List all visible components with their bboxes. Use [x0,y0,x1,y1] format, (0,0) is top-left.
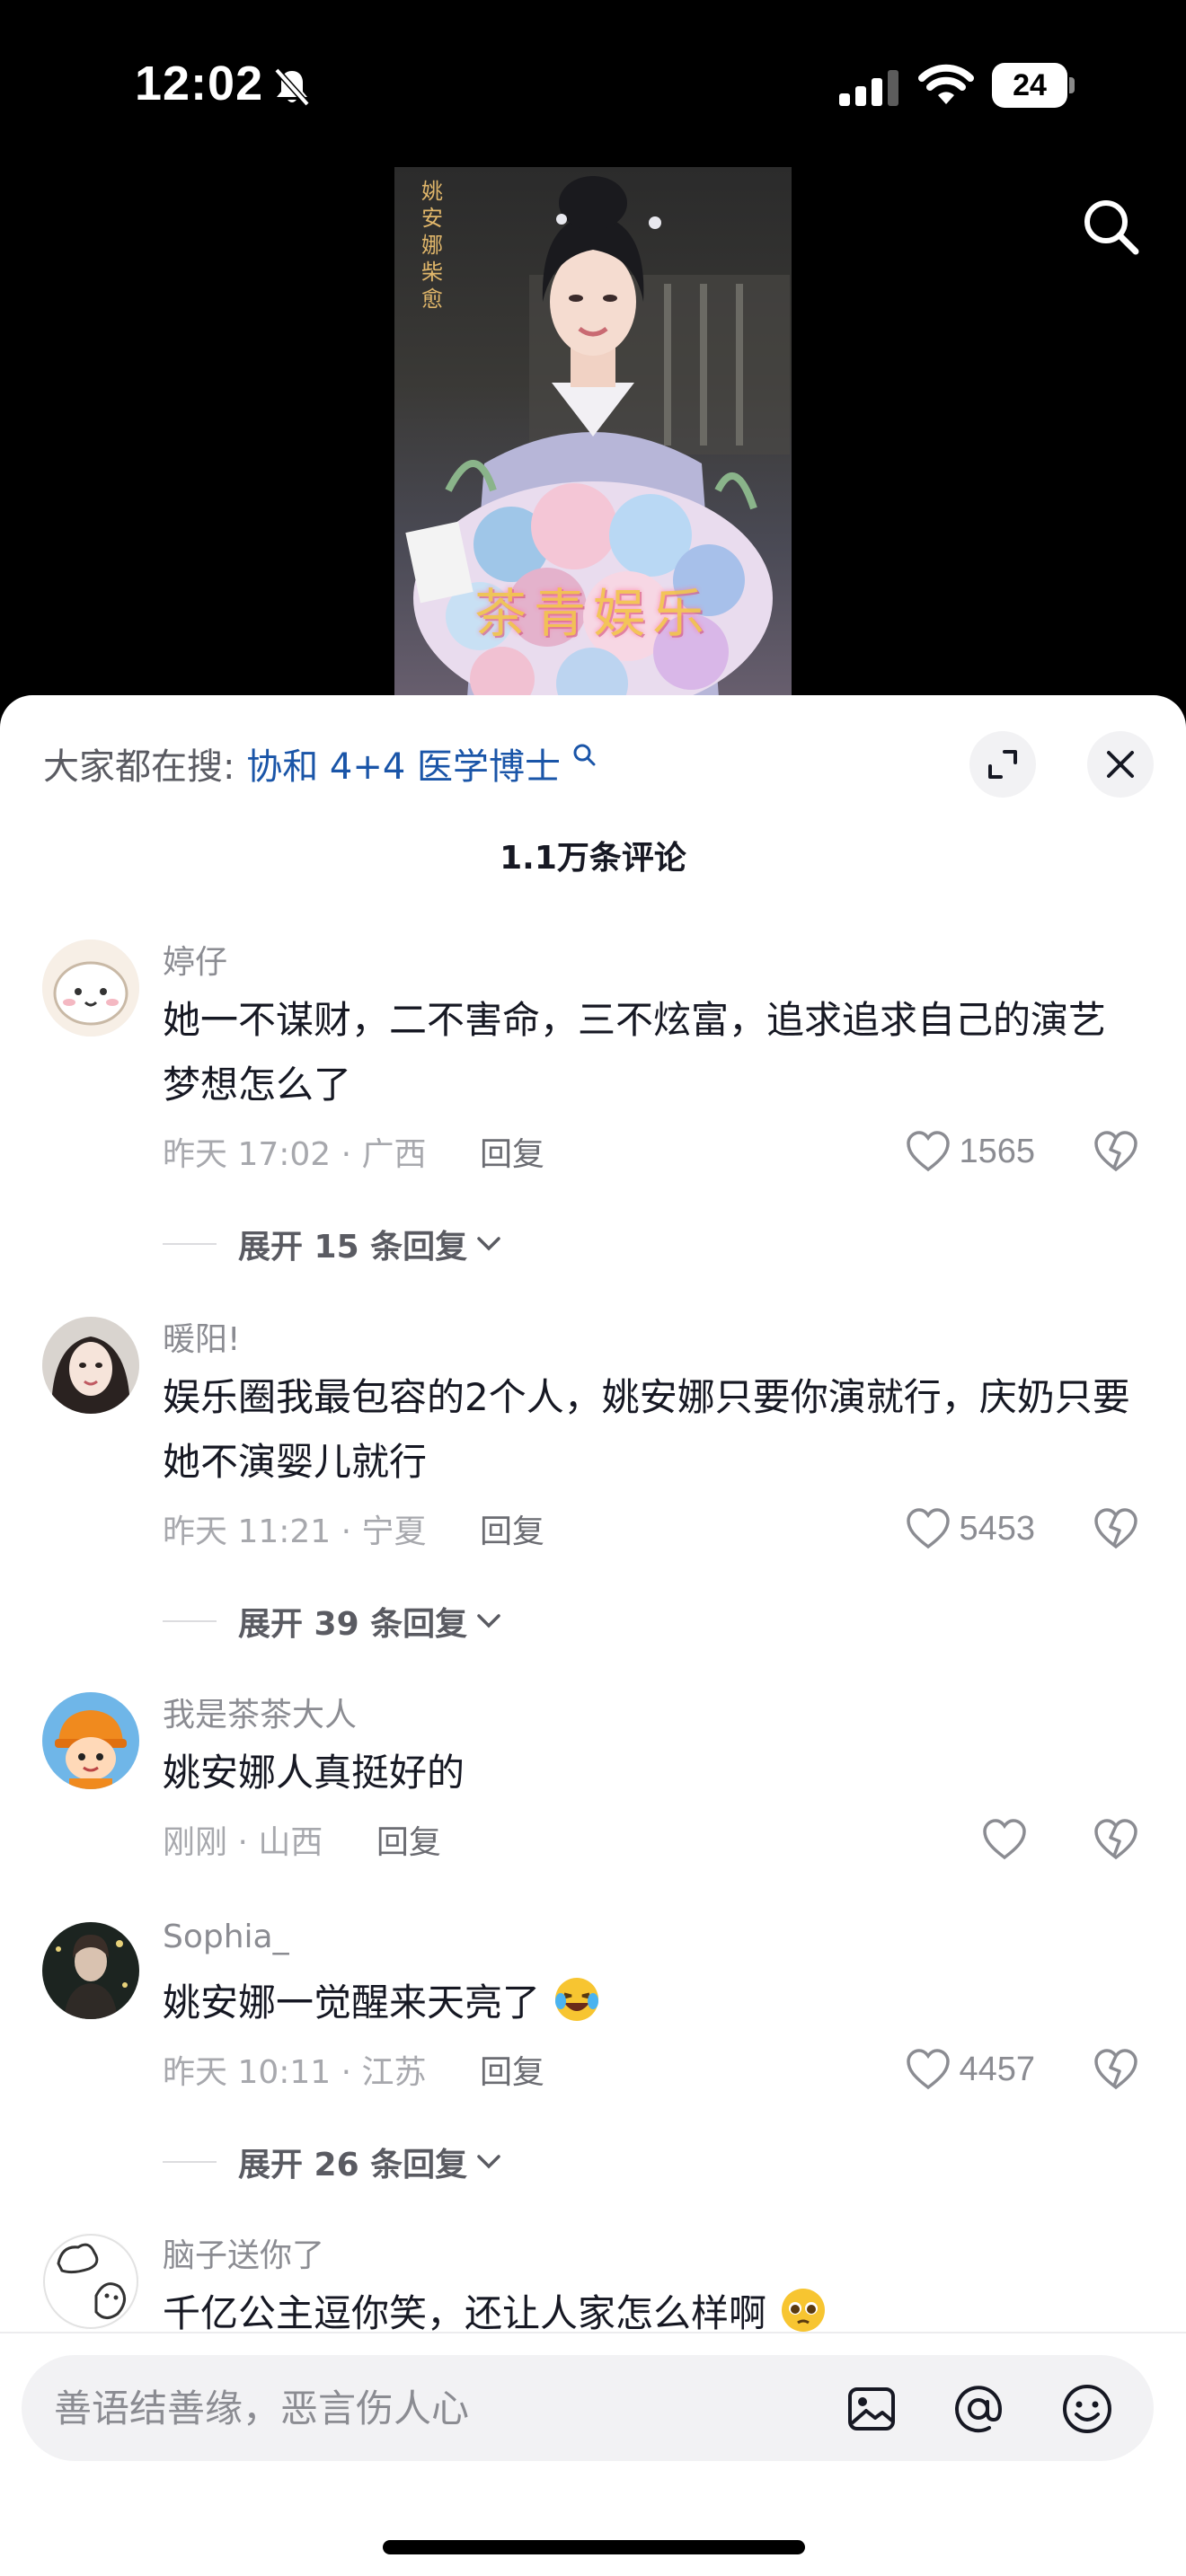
heart-icon [983,1819,1026,1860]
divider [163,2161,217,2163]
like-button[interactable] [981,1814,1035,1865]
comment-location: 山西 [258,1824,323,1861]
chevron-down-icon [477,2155,500,2169]
trending-search[interactable]: 大家都在搜: 协和 4+4 医学博士 [43,740,596,794]
expand-replies-button[interactable]: 展开 15 条回复 [163,1222,503,1266]
avatar[interactable] [42,2233,139,2330]
search-icon [573,744,596,766]
comment-text-content: 姚安娜一觉醒来天亮了 [163,1981,541,2025]
like-button[interactable]: 1565 [905,1126,1035,1177]
dislike-icon[interactable] [1093,1816,1139,1863]
avatar[interactable] [42,940,139,1037]
comment-input-container[interactable] [22,2355,1154,2461]
comment-username[interactable]: 我是茶茶大人 [163,1689,357,1735]
comment-username[interactable]: 脑子送你了 [163,2229,324,2276]
comment-text: 她一不谋财，二不害命，三不炫富，追求追求自己的演艺梦想怎么了 [163,998,1107,1107]
video-thumbnail[interactable]: 姚安娜 柴愈 茶青娱乐 [394,167,792,710]
pleading-emoji-icon [782,2289,826,2332]
video-watermark: 茶青娱乐 [474,583,712,644]
comment-input[interactable] [54,2377,809,2439]
trending-topic-link[interactable]: 协和 4+4 医学博士 [246,746,561,788]
comment-meta-separator: · [331,1136,362,1173]
comment-time: 昨天 11:21 [163,1513,332,1550]
video-area[interactable]: 姚安娜 柴愈 茶青娱乐 [0,0,1186,710]
chevron-down-icon [477,1237,500,1251]
reply-button[interactable]: 回复 [480,1136,544,1173]
comment-username[interactable]: 暖阳! [163,1313,240,1360]
image-icon[interactable] [845,2382,898,2436]
at-icon[interactable] [951,2382,1005,2436]
comment-meta: 刚刚 · 山西 回复 [163,1816,441,1863]
comment-text-content: 千亿公主逗你笑，还让人家怎么样啊 [163,2291,767,2335]
like-button[interactable]: 5453 [905,1504,1035,1554]
comment-location: 江苏 [361,2054,427,2091]
comment-username[interactable]: Sophia_ [163,1919,289,1955]
expand-replies-button[interactable]: 展开 26 条回复 [163,2139,503,2184]
heart-icon [907,1131,951,1172]
divider [163,1620,217,1622]
comment-time: 昨天 17:02 [163,1136,332,1173]
comment-location: 广西 [361,1136,427,1173]
comment-count: 1.1万条评论 [500,840,686,877]
close-button[interactable] [1087,731,1154,798]
expand-replies-label: 展开 15 条回复 [238,1229,468,1266]
avatar[interactable] [42,1922,139,2019]
expand-replies-label: 展开 26 条回复 [238,2147,468,2183]
laughing-emoji-icon [555,1978,599,2021]
comment-text: 娱乐圈我最包容的2个人，姚安娜只要你演就行，庆奶只要她不演婴儿就行 [163,1375,1130,1484]
comment-meta: 昨天 11:21 · 宁夏 回复 [163,1505,544,1552]
like-count: 4457 [959,2050,1035,2088]
comment-time: 昨天 10:11 [163,2054,332,2091]
comment-meta-separator: · [331,2054,362,2091]
emoji-icon[interactable] [1060,2382,1114,2436]
like-count: 5453 [959,1509,1035,1548]
trending-label: 大家都在搜: [43,746,235,788]
comment-meta: 昨天 17:02 · 广西 回复 [163,1128,544,1175]
comment-text: 姚安娜一觉醒来天亮了 [163,1971,1133,2035]
comment-text: 姚安娜人真挺好的 [163,1751,465,1795]
avatar[interactable] [42,1692,139,1789]
chevron-down-icon [477,1614,500,1628]
comment-location: 宁夏 [361,1513,427,1550]
expand-replies-label: 展开 39 条回复 [238,1606,468,1643]
comment-time: 刚刚 [163,1824,228,1861]
comment-meta-separator: · [227,1824,259,1861]
reply-button[interactable]: 回复 [480,1513,544,1550]
comments-sheet: 大家都在搜: 协和 4+4 医学博士 1.1万条评论 婷仔 她一不谋财，二不害命… [0,695,1186,2576]
comment-meta-separator: · [331,1513,362,1550]
expand-icon [988,750,1017,779]
comment-input-bar [0,2332,1186,2576]
reply-button[interactable]: 回复 [480,2054,544,2091]
video-vertical-caption: 姚安娜 柴愈 [421,179,443,312]
home-indicator[interactable] [383,2540,805,2554]
heart-icon [907,2049,951,2090]
divider [163,1243,217,1245]
reply-button[interactable]: 回复 [376,1824,441,1861]
comment-meta: 昨天 10:11 · 江苏 回复 [163,2046,544,2093]
heart-icon [907,1508,951,1549]
search-icon[interactable] [1078,194,1143,259]
dislike-icon[interactable] [1093,2046,1139,2093]
dislike-icon[interactable] [1093,1128,1139,1175]
like-button[interactable]: 4457 [905,2044,1035,2095]
expand-replies-button[interactable]: 展开 39 条回复 [163,1599,503,1644]
expand-panel-button[interactable] [969,731,1036,798]
close-icon [1107,751,1134,778]
dislike-icon[interactable] [1093,1505,1139,1552]
comment-username[interactable]: 婷仔 [163,936,227,983]
like-count: 1565 [959,1132,1035,1170]
avatar[interactable] [42,1317,139,1414]
